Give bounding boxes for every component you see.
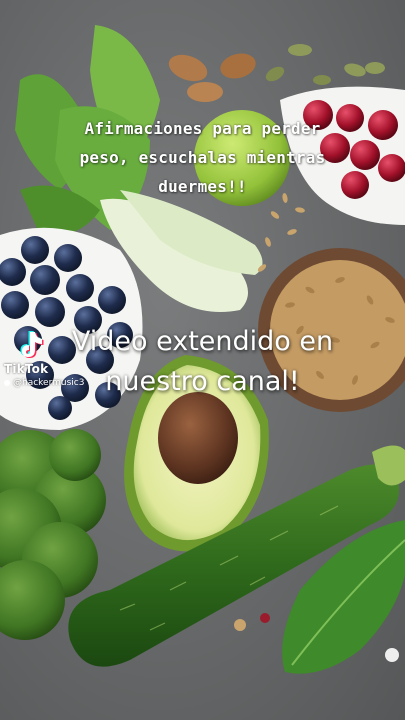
almond (187, 82, 223, 102)
video-caption: Afirmaciones para perder peso, escuchala… (40, 114, 365, 201)
pumpkin-seed (344, 63, 366, 77)
almond (220, 53, 256, 79)
pebble (385, 648, 399, 662)
caption-line: Afirmaciones para perder (84, 119, 321, 138)
tiktok-watermark: TikTok @hackermusic3 (4, 328, 114, 388)
tiktok-label: TikTok (4, 362, 49, 376)
tiktok-logo-icon (20, 331, 44, 358)
cranberry (368, 110, 398, 140)
caption-line: peso, escuchalas mientras (79, 148, 326, 167)
cranberry (378, 154, 405, 182)
pumpkin-seed (288, 44, 312, 56)
pumpkin-seed (313, 75, 331, 85)
video-frame[interactable]: Afirmaciones para perder peso, escuchala… (0, 0, 405, 720)
cranberry-small (260, 613, 270, 623)
pumpkin-seed (265, 66, 285, 82)
tiktok-username: @hackermusic3 (4, 378, 114, 388)
pumpkin-seed (365, 62, 385, 74)
avocado-pit (158, 392, 238, 484)
caption-line: duermes!! (158, 177, 247, 196)
almond (168, 54, 208, 82)
grain (234, 619, 246, 631)
user-dot-icon (4, 379, 10, 386)
username-text: @hackermusic3 (13, 378, 85, 388)
